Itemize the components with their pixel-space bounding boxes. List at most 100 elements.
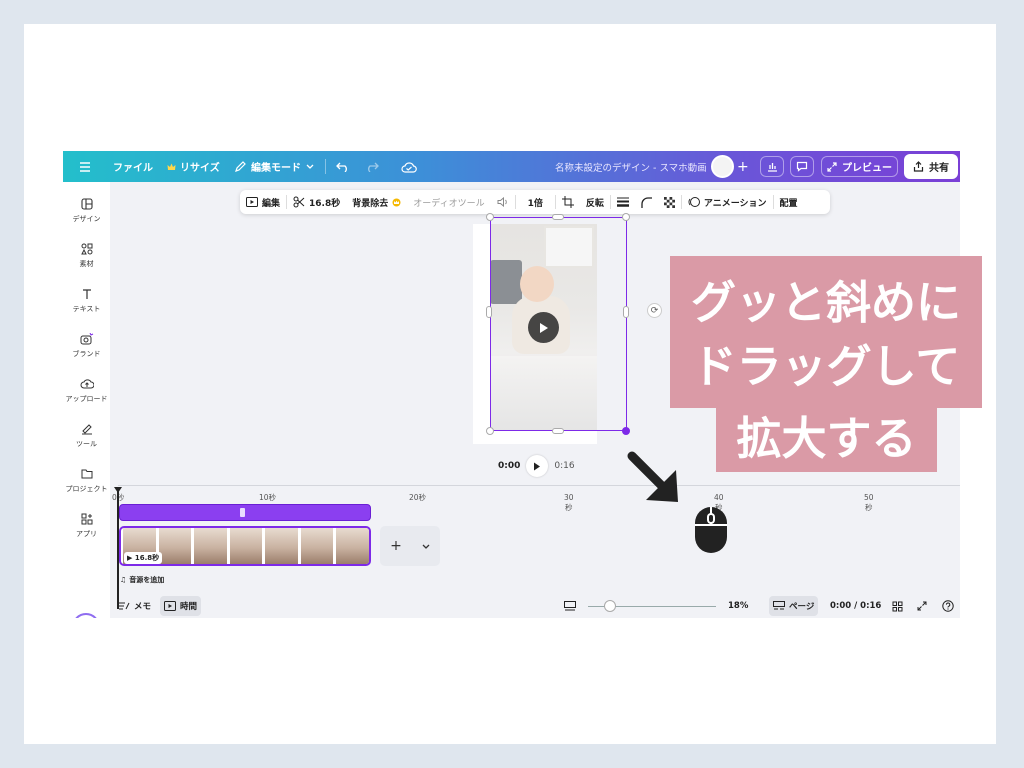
playhead[interactable] xyxy=(117,489,119,609)
comment-button[interactable] xyxy=(790,156,814,177)
transparency-button[interactable] xyxy=(658,196,681,208)
sidebar-label: ブランド xyxy=(72,350,101,358)
crown-icon xyxy=(392,198,401,206)
flip-button[interactable]: 反転 xyxy=(580,196,610,209)
play-icon xyxy=(539,322,548,333)
video-play-button[interactable] xyxy=(528,312,559,343)
bar-chart-icon xyxy=(767,163,777,172)
sidebar-item-tools[interactable]: ツール xyxy=(63,423,110,463)
resize-handle-right[interactable] xyxy=(623,306,629,318)
edit-mode-dropdown[interactable]: 編集モード xyxy=(235,151,314,182)
position-label: 配置 xyxy=(779,198,798,209)
trim-button[interactable]: 16.8秒 xyxy=(287,196,346,209)
scissors-icon xyxy=(293,196,305,208)
page-view-toggle[interactable] xyxy=(560,596,580,616)
audio-grip-handle[interactable] xyxy=(240,508,245,517)
resize-handle-bottom-right[interactable] xyxy=(622,427,630,435)
rotate-button[interactable]: ⟳ xyxy=(647,303,662,318)
sidebar-item-apps[interactable]: アプリ xyxy=(63,513,110,553)
resize-handle-top-left[interactable] xyxy=(486,213,494,221)
resize-handle-left[interactable] xyxy=(486,306,492,318)
music-note-icon: ♫ xyxy=(120,575,127,584)
document-title[interactable]: 名称未設定のデザイン - スマホ動画 xyxy=(555,151,707,182)
resize-handle-top-right[interactable] xyxy=(622,213,630,221)
resize-handle-bottom-left[interactable] xyxy=(486,427,494,435)
audio-track-bar[interactable] xyxy=(119,504,371,521)
timing-button[interactable]: 時間 xyxy=(160,596,202,616)
top-bar: ファイル リサイズ 編集モード 名称未設定のデザイン - スマホ動画 + プレビ… xyxy=(63,151,960,182)
draw-icon xyxy=(81,424,92,435)
clip-frame xyxy=(300,528,334,564)
pages-button[interactable]: ページ xyxy=(769,596,819,616)
video-clip[interactable]: ▶ 16.8秒 xyxy=(119,526,371,566)
line-weight-icon xyxy=(616,197,629,207)
share-icon xyxy=(913,161,924,172)
crop-button[interactable] xyxy=(556,196,580,208)
volume-button[interactable] xyxy=(491,197,515,207)
audio-tool-button[interactable]: オーディオツール xyxy=(407,196,490,209)
sidebar-item-projects[interactable]: プロジェクト xyxy=(63,468,110,508)
edit-video-button[interactable]: 編集 xyxy=(240,196,286,209)
corner-icon xyxy=(641,196,652,208)
sidebar-item-brand[interactable]: ブランド xyxy=(63,333,110,373)
resize-menu[interactable]: リサイズ xyxy=(167,151,220,182)
expand-icon xyxy=(827,161,837,172)
duration-label: 16.8秒 xyxy=(309,198,341,209)
annotation-box: グッと斜めに ドラッグして xyxy=(670,256,982,408)
sidebar-item-elements[interactable]: 素材 xyxy=(63,243,110,283)
speed-label: 1倍 xyxy=(527,198,543,209)
folder-icon xyxy=(81,469,92,479)
animation-button[interactable]: アニメーション xyxy=(682,196,773,209)
add-collaborator-button[interactable]: + xyxy=(737,151,749,182)
preview-button[interactable]: プレビュー xyxy=(821,156,898,177)
add-audio-button[interactable]: ♫ 音源を追加 xyxy=(120,572,164,587)
menu-button[interactable] xyxy=(79,151,91,182)
annotation-line-2: ドラッグして xyxy=(691,340,961,393)
fullscreen-button[interactable] xyxy=(913,596,931,616)
pencil-icon xyxy=(235,161,246,172)
help-button[interactable] xyxy=(938,596,958,616)
magic-button[interactable] xyxy=(72,613,100,618)
grid-view-button[interactable] xyxy=(888,596,907,616)
bg-remove-button[interactable]: 背景除去 xyxy=(346,196,407,209)
video-icon xyxy=(164,601,176,611)
video-edit-icon xyxy=(246,197,258,207)
add-audio-label: 音源を追加 xyxy=(129,575,165,584)
resize-handle-bottom[interactable] xyxy=(552,428,564,434)
checkerboard-icon xyxy=(663,196,675,208)
edit-label: 編集 xyxy=(262,198,281,209)
undo-button[interactable] xyxy=(336,151,350,182)
border-style-button[interactable] xyxy=(611,197,635,207)
add-page-button[interactable]: + xyxy=(390,538,402,554)
cloud-save-button[interactable] xyxy=(401,151,417,182)
time-display: 0:00 / 0:16 xyxy=(826,596,885,616)
resize-handle-top[interactable] xyxy=(552,214,564,220)
sidebar-item-text[interactable]: テキスト xyxy=(63,288,110,328)
share-button[interactable]: 共有 xyxy=(904,154,958,179)
crop-icon xyxy=(561,196,574,208)
insights-button[interactable] xyxy=(760,156,784,177)
redo-button[interactable] xyxy=(365,151,379,182)
notes-button[interactable]: メモ xyxy=(114,596,155,616)
timing-label: 時間 xyxy=(180,602,198,612)
zoom-slider-knob[interactable] xyxy=(604,600,616,612)
position-button[interactable]: 配置 xyxy=(774,196,804,209)
clip-frame xyxy=(158,528,192,564)
timeline-play-button[interactable] xyxy=(526,455,549,477)
corner-rounding-button[interactable] xyxy=(635,196,658,208)
avatar[interactable] xyxy=(711,155,734,178)
sidebar-item-upload[interactable]: アップロード xyxy=(63,378,110,418)
pages-icon xyxy=(773,601,785,610)
playback-controls: 0:00 0:16 xyxy=(498,454,575,478)
zoom-slider[interactable] xyxy=(588,600,716,612)
design-icon xyxy=(80,198,93,210)
crown-icon xyxy=(167,163,176,170)
file-menu[interactable]: ファイル xyxy=(113,151,153,182)
zoom-percent[interactable]: 18% xyxy=(724,596,752,616)
elements-icon xyxy=(80,243,92,255)
speed-button[interactable]: 1倍 xyxy=(516,196,555,209)
tick-label: 30 秒 xyxy=(564,493,574,512)
annotation-line-3: 拡大する xyxy=(736,412,917,465)
sidebar-item-design[interactable]: デザイン xyxy=(63,198,110,238)
add-page-options-button[interactable] xyxy=(422,538,430,554)
